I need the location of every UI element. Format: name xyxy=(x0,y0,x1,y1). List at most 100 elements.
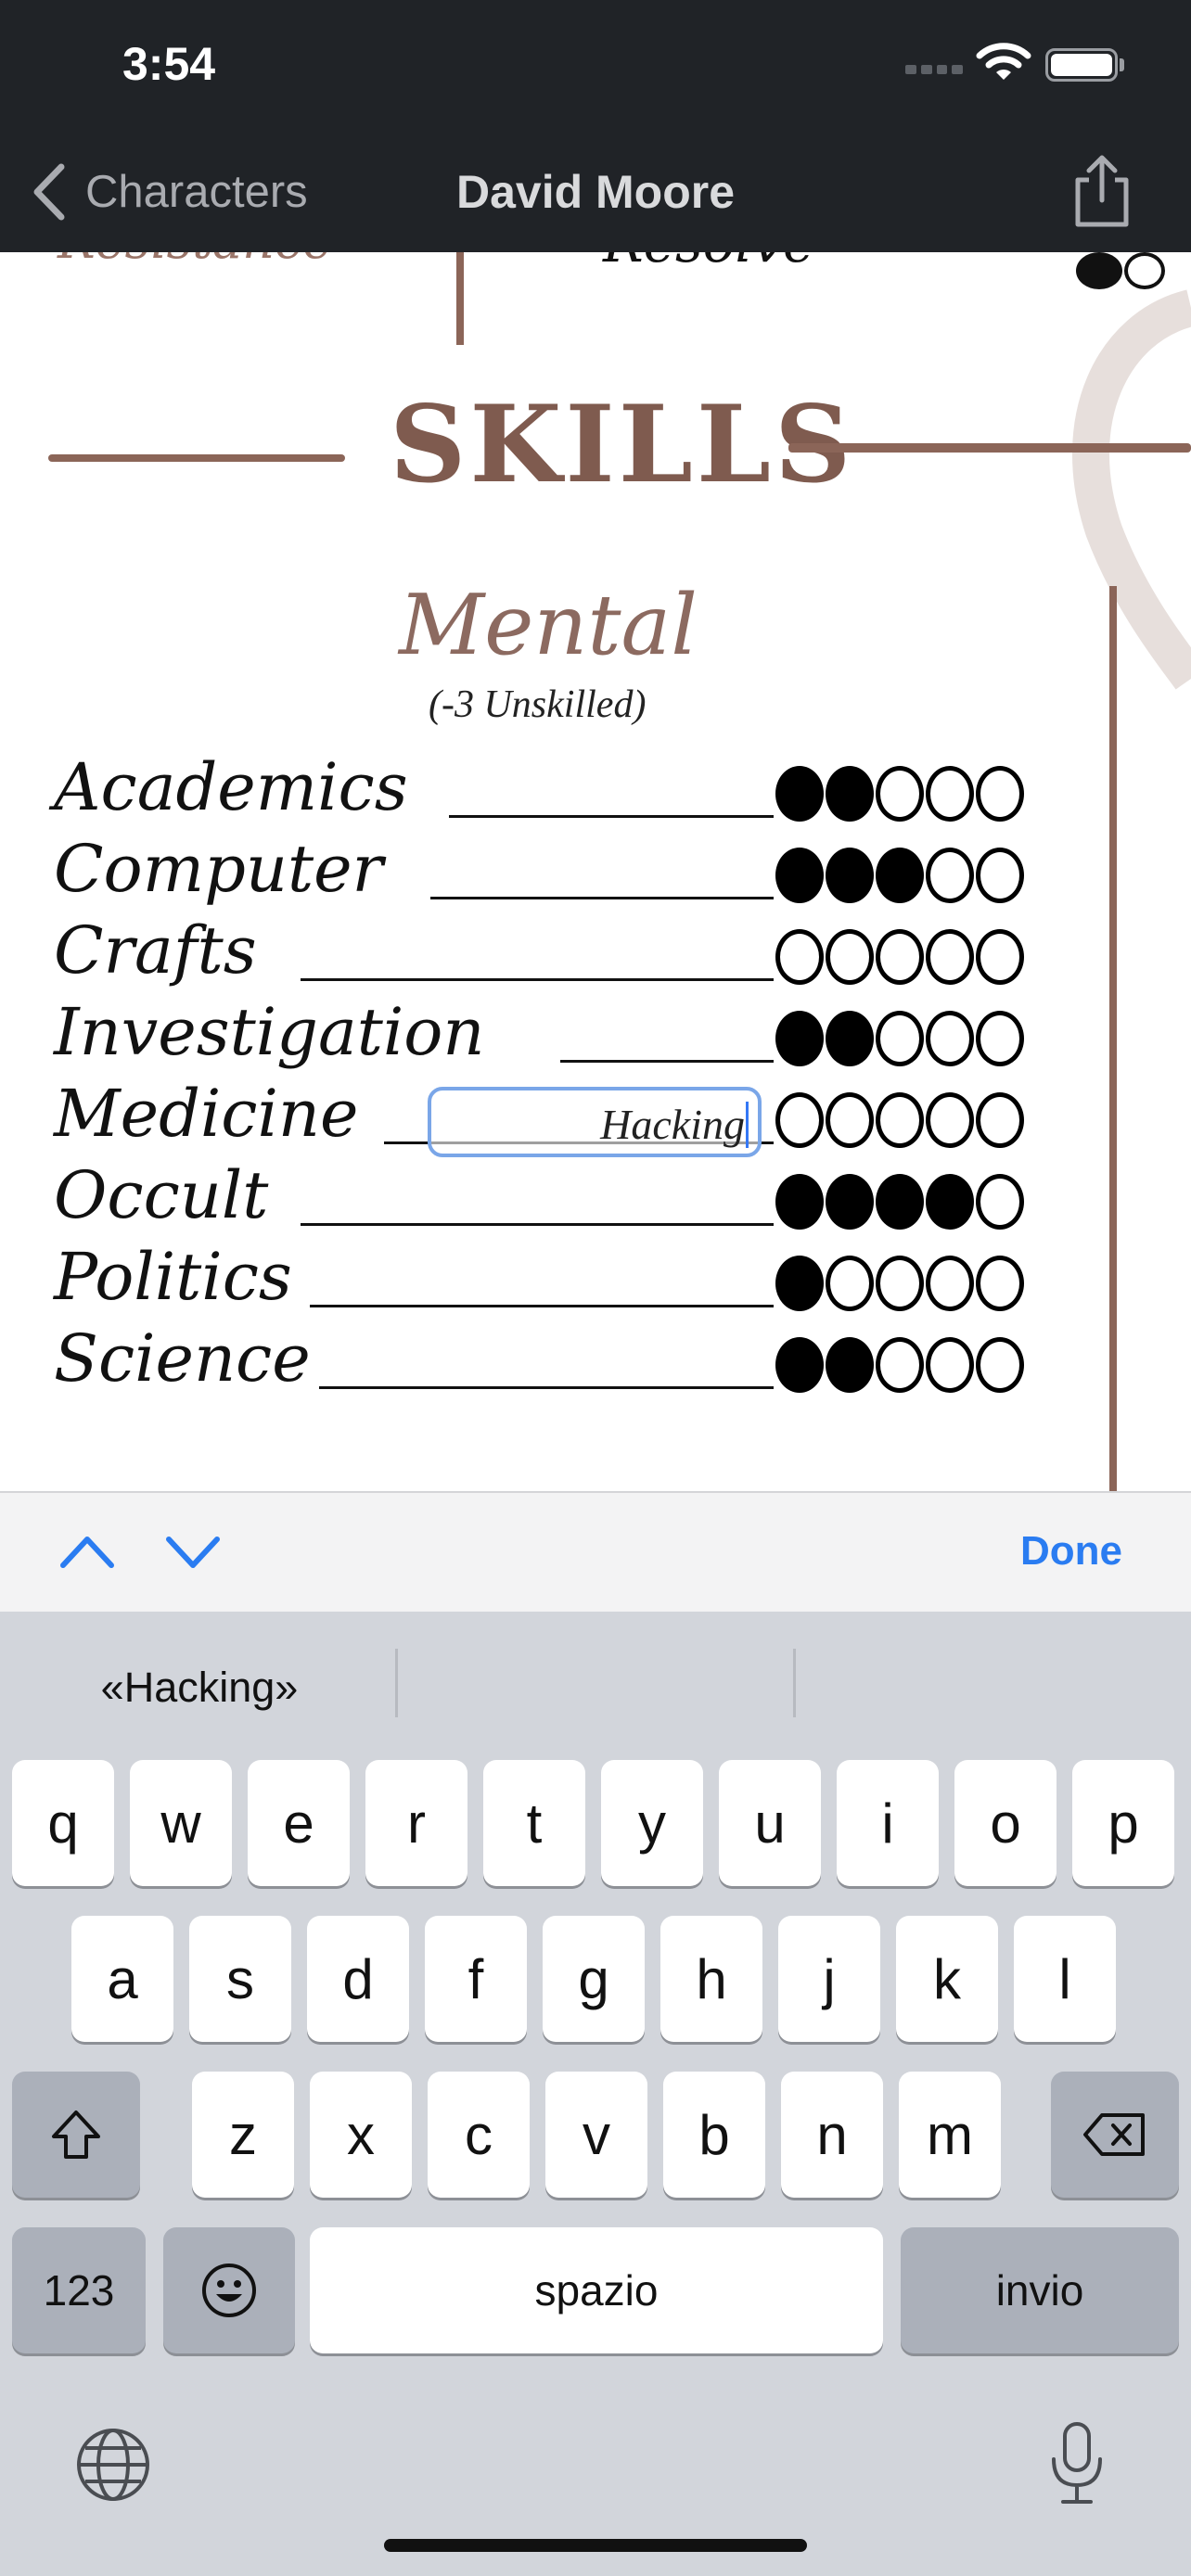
rating-dot-empty[interactable] xyxy=(976,1174,1024,1230)
rating-dots[interactable] xyxy=(775,1337,1024,1393)
key-p[interactable]: p xyxy=(1072,1760,1174,1886)
rating-dot-filled[interactable] xyxy=(775,1337,824,1393)
specialty-underline xyxy=(430,897,774,899)
rating-dots[interactable] xyxy=(775,1256,1024,1311)
rating-dot-filled[interactable] xyxy=(775,848,824,903)
rating-dot-empty[interactable] xyxy=(976,1337,1024,1393)
key-j[interactable]: j xyxy=(778,1916,880,2042)
emoji-key[interactable] xyxy=(163,2227,295,2353)
rating-dot-filled[interactable] xyxy=(876,1174,924,1230)
key-y[interactable]: y xyxy=(601,1760,703,1886)
rating-dot-empty[interactable] xyxy=(876,929,924,985)
rating-dots[interactable] xyxy=(775,766,1024,822)
suggestion-item[interactable] xyxy=(820,1646,1163,1729)
rating-dot-empty[interactable] xyxy=(876,1011,924,1066)
back-button[interactable]: Characters xyxy=(28,159,308,224)
rating-dots[interactable] xyxy=(775,1174,1024,1230)
suggestion-item[interactable]: «Hacking» xyxy=(28,1646,371,1729)
rating-dot-empty[interactable] xyxy=(876,1256,924,1311)
key-t[interactable]: t xyxy=(483,1760,585,1886)
key-f[interactable]: f xyxy=(425,1916,527,2042)
rating-dot-filled[interactable] xyxy=(926,1174,974,1230)
key-x[interactable]: x xyxy=(310,2072,412,2198)
skill-row[interactable]: Computer xyxy=(54,835,1056,909)
rating-dot-filled[interactable] xyxy=(775,1256,824,1311)
key-g[interactable]: g xyxy=(543,1916,645,2042)
rating-dot-filled[interactable] xyxy=(775,1174,824,1230)
rating-dots[interactable] xyxy=(775,929,1024,985)
rating-dots[interactable] xyxy=(775,1011,1024,1066)
attribute-label-partial: Resolve xyxy=(603,252,814,274)
rating-dot-filled[interactable] xyxy=(826,1011,874,1066)
microphone-icon[interactable] xyxy=(1044,2420,1109,2507)
specialty-input[interactable]: Hacking xyxy=(428,1087,762,1157)
rating-dot-empty[interactable] xyxy=(826,929,874,985)
rating-dot-empty[interactable] xyxy=(926,766,974,822)
key-q[interactable]: q xyxy=(12,1760,114,1886)
rating-dot-filled[interactable] xyxy=(826,1174,874,1230)
skill-row[interactable]: Crafts xyxy=(54,916,1056,990)
rating-dot-empty[interactable] xyxy=(976,1256,1024,1311)
skill-row[interactable]: Investigation xyxy=(54,998,1056,1072)
rating-dot-empty[interactable] xyxy=(926,1256,974,1311)
chevron-down-icon[interactable] xyxy=(163,1526,223,1576)
key-k[interactable]: k xyxy=(896,1916,998,2042)
rating-dot-empty[interactable] xyxy=(976,766,1024,822)
skill-row[interactable]: Occult xyxy=(54,1161,1056,1235)
skill-row[interactable]: Academics xyxy=(54,753,1056,827)
key-m[interactable]: m xyxy=(899,2072,1001,2198)
rating-dot-empty[interactable] xyxy=(826,1092,874,1148)
rating-dot-filled[interactable] xyxy=(775,766,824,822)
rating-dot-empty[interactable] xyxy=(926,1092,974,1148)
key-u[interactable]: u xyxy=(719,1760,821,1886)
skill-row[interactable]: Science xyxy=(54,1324,1056,1398)
rating-dot-empty[interactable] xyxy=(876,1092,924,1148)
share-icon[interactable] xyxy=(1067,152,1137,230)
key-d[interactable]: d xyxy=(307,1916,409,2042)
rating-dot-empty[interactable] xyxy=(976,1011,1024,1066)
rating-dot-empty[interactable] xyxy=(876,766,924,822)
key-o[interactable]: o xyxy=(954,1760,1057,1886)
rating-dot-empty[interactable] xyxy=(976,1092,1024,1148)
rating-dot-empty[interactable] xyxy=(775,929,824,985)
rating-dot-empty[interactable] xyxy=(926,1011,974,1066)
rating-dot-empty[interactable] xyxy=(775,1092,824,1148)
suggestion-item[interactable] xyxy=(423,1646,766,1729)
key-a[interactable]: a xyxy=(71,1916,173,2042)
key-v[interactable]: v xyxy=(545,2072,647,2198)
rating-dot-empty[interactable] xyxy=(976,848,1024,903)
rating-dot-empty[interactable] xyxy=(976,929,1024,985)
numbers-key[interactable]: 123 xyxy=(12,2227,146,2353)
key-i[interactable]: i xyxy=(837,1760,939,1886)
globe-icon[interactable] xyxy=(74,2426,152,2504)
rating-dot-filled[interactable] xyxy=(775,1011,824,1066)
space-key[interactable]: spazio xyxy=(310,2227,883,2353)
skill-row[interactable]: Politics xyxy=(54,1243,1056,1317)
delete-key[interactable] xyxy=(1051,2072,1179,2198)
key-e[interactable]: e xyxy=(248,1760,350,1886)
shift-key[interactable] xyxy=(12,2072,140,2198)
key-r[interactable]: r xyxy=(365,1760,467,1886)
rating-dot-filled[interactable] xyxy=(826,848,874,903)
key-n[interactable]: n xyxy=(781,2072,883,2198)
rating-dot-empty[interactable] xyxy=(926,1337,974,1393)
key-w[interactable]: w xyxy=(130,1760,232,1886)
key-z[interactable]: z xyxy=(192,2072,294,2198)
done-button[interactable]: Done xyxy=(1020,1528,1122,1575)
rating-dot-filled[interactable] xyxy=(826,766,874,822)
return-key[interactable]: invio xyxy=(901,2227,1179,2353)
rating-dot-empty[interactable] xyxy=(926,848,974,903)
key-s[interactable]: s xyxy=(189,1916,291,2042)
rating-dots[interactable] xyxy=(775,1092,1024,1148)
rating-dots[interactable] xyxy=(775,848,1024,903)
key-h[interactable]: h xyxy=(660,1916,762,2042)
rating-dot-empty[interactable] xyxy=(826,1256,874,1311)
key-c[interactable]: c xyxy=(428,2072,530,2198)
key-b[interactable]: b xyxy=(663,2072,765,2198)
key-l[interactable]: l xyxy=(1014,1916,1116,2042)
rating-dot-empty[interactable] xyxy=(876,1337,924,1393)
rating-dot-filled[interactable] xyxy=(876,848,924,903)
rating-dot-empty[interactable] xyxy=(926,929,974,985)
rating-dot-filled[interactable] xyxy=(826,1337,874,1393)
chevron-up-icon[interactable] xyxy=(58,1526,117,1576)
